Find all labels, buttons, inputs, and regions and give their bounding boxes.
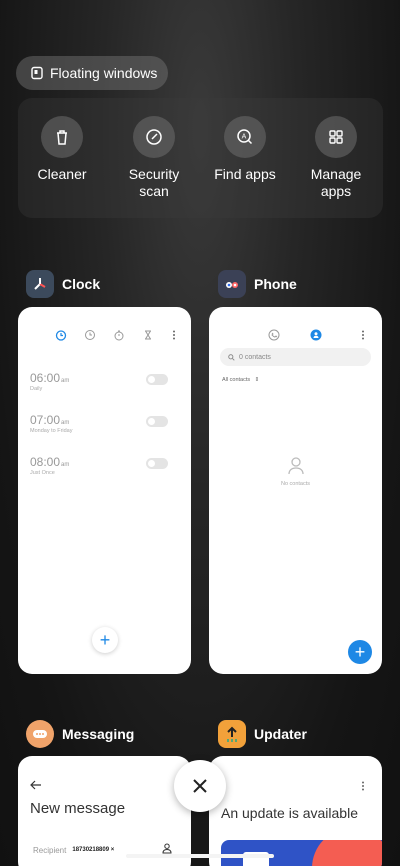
clock-app-title: Clock — [62, 276, 101, 292]
alarm-time: 07:00 — [30, 413, 61, 427]
alarm-time: 06:00 — [30, 371, 61, 385]
world-clock-tab-icon[interactable] — [84, 329, 96, 341]
contacts-tab-icon[interactable] — [310, 329, 322, 341]
messaging-app-icon — [26, 720, 54, 748]
contact-picker-icon[interactable] — [162, 843, 172, 854]
alarm-row[interactable]: 07:00am Monday to Friday — [30, 413, 180, 445]
contacts-filter-label: All contacts — [222, 377, 251, 383]
stopwatch-tab-icon[interactable] — [113, 329, 125, 341]
contacts-filter-dropdown[interactable]: All contacts ⇕ — [222, 377, 259, 383]
messaging-app-title: Messaging — [62, 726, 135, 742]
alarm-toggle[interactable] — [146, 416, 168, 427]
security-scan-label: Security scan — [128, 166, 180, 199]
recipient-value: 18730218809 — [72, 847, 110, 853]
new-message-heading: New message — [30, 800, 126, 817]
plus-icon: + — [354, 641, 366, 662]
more-options-icon[interactable] — [357, 329, 369, 341]
alarm-time: 08:00 — [30, 455, 61, 469]
alarm-tab-icon[interactable] — [55, 329, 67, 341]
alarm-repeat: Daily — [30, 386, 43, 392]
close-all-button[interactable] — [174, 760, 226, 812]
manage-apps-action[interactable]: Manage apps — [296, 116, 376, 200]
find-apps-label: Find apps — [214, 166, 276, 182]
security-icon — [133, 116, 175, 158]
contacts-search-input[interactable]: 0 contacts — [220, 348, 371, 366]
updater-app-icon — [218, 720, 246, 748]
empty-contacts-text: No contacts — [280, 481, 311, 487]
chevron-updown-icon: ⇕ — [254, 377, 260, 383]
manage-apps-label: Manage apps — [310, 166, 362, 199]
add-contact-button[interactable]: + — [348, 640, 372, 664]
phone-app-card[interactable]: 0 contacts All contacts ⇕ No contacts + — [209, 307, 382, 674]
security-scan-action[interactable]: Security scan — [114, 116, 194, 200]
alarm-repeat: Monday to Friday — [30, 428, 73, 434]
floating-window-icon — [31, 66, 43, 80]
plus-icon: + — [99, 629, 111, 650]
floating-windows-button[interactable]: Floating windows — [16, 56, 168, 90]
alarm-ampm: am — [61, 462, 70, 468]
alarm-repeat: Just Once — [30, 470, 55, 476]
recipient-chip[interactable]: 18730218809 × — [72, 847, 114, 853]
clock-app-icon — [26, 270, 54, 298]
phone-tab-icon[interactable] — [268, 329, 280, 341]
alarm-ampm: am — [61, 420, 70, 426]
empty-contact-icon — [288, 457, 304, 475]
floating-windows-label: Floating windows — [50, 65, 158, 81]
update-banner-image — [221, 840, 382, 866]
svg-text:A: A — [242, 134, 247, 141]
cleaner-action[interactable]: Cleaner — [22, 116, 102, 183]
grid-icon — [315, 116, 357, 158]
phone-app-icon — [218, 270, 246, 298]
clock-app-header[interactable]: Clock — [26, 270, 100, 298]
more-options-icon[interactable] — [359, 780, 367, 792]
search-icon — [228, 353, 235, 361]
more-options-icon[interactable] — [168, 329, 180, 341]
alarm-ampm: am — [61, 378, 70, 384]
updater-app-title: Updater — [254, 726, 307, 742]
alarm-row[interactable]: 06:00am Daily — [30, 371, 180, 403]
find-apps-icon: A — [224, 116, 266, 158]
home-indicator[interactable] — [126, 854, 274, 858]
back-arrow-icon[interactable] — [30, 780, 42, 790]
timer-tab-icon[interactable] — [142, 329, 154, 341]
phone-app-header[interactable]: Phone — [218, 270, 297, 298]
contacts-search-placeholder: 0 contacts — [239, 353, 271, 361]
update-available-heading: An update is available — [221, 805, 358, 821]
quick-actions-panel: Cleaner Security scan A Find apps Manage… — [18, 98, 383, 218]
alarm-row[interactable]: 08:00am Just Once — [30, 455, 180, 487]
trash-icon — [41, 116, 83, 158]
alarm-toggle[interactable] — [146, 458, 168, 469]
updater-app-header[interactable]: Updater — [218, 720, 307, 748]
close-icon — [193, 779, 207, 793]
clock-app-card[interactable]: 06:00am Daily 07:00am Monday to Friday 0… — [18, 307, 191, 674]
cleaner-label: Cleaner — [37, 166, 87, 182]
recipient-label: Recipient — [33, 845, 67, 855]
add-alarm-button[interactable]: + — [92, 627, 118, 653]
updater-app-card[interactable]: An update is available — [209, 756, 382, 866]
find-apps-action[interactable]: A Find apps — [205, 116, 285, 183]
alarm-toggle[interactable] — [146, 374, 168, 385]
messaging-app-header[interactable]: Messaging — [26, 720, 134, 748]
phone-app-title: Phone — [254, 276, 297, 292]
messaging-app-card[interactable]: New message Recipient 18730218809 × — [18, 756, 191, 866]
